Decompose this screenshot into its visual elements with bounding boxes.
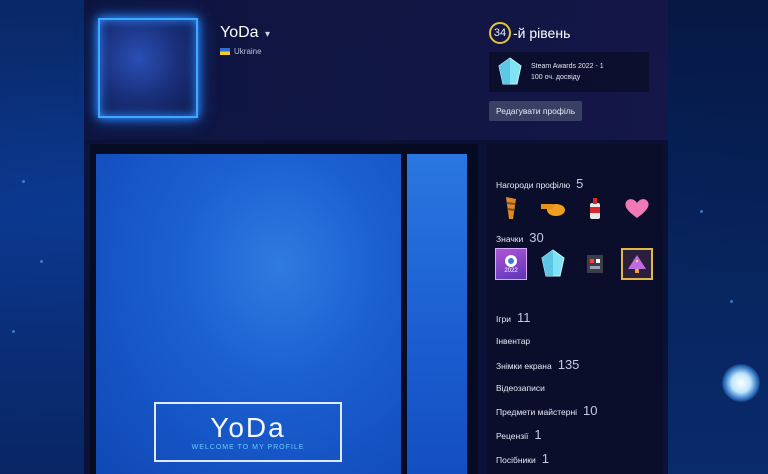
artwork-main[interactable]: YoDa WELCOME TO MY PROFILE — [96, 154, 401, 474]
background-dot — [12, 330, 15, 333]
chevron-down-icon[interactable]: ▾ — [265, 29, 270, 40]
profile-level: 34 -й рівень — [489, 22, 570, 44]
crystal-icon — [498, 57, 522, 85]
persona-block: YoDa ▾ Ukraine — [220, 24, 270, 56]
badges-count: 30 — [529, 230, 544, 245]
sidebar-item-inventory[interactable]: Інвентар — [496, 336, 530, 346]
sidebar-item-label: Рецензії — [496, 431, 529, 441]
steam-2022-badge-label: 2022 — [504, 268, 518, 274]
artwork-logo-subtitle: WELCOME TO MY PROFILE — [191, 443, 305, 451]
artwork-logo-title: YoDa — [210, 411, 286, 443]
profile-page: YoDa ▾ Ukraine 34 -й рівень Steam Awards… — [84, 0, 668, 474]
featured-badge-xp: 100 оч. досвіду — [531, 74, 581, 81]
profile-header: YoDa ▾ Ukraine 34 -й рівень Steam Awards… — [84, 0, 668, 140]
country-row: Ukraine — [220, 47, 270, 56]
artwork-logo: YoDa WELCOME TO MY PROFILE — [154, 402, 342, 462]
featured-badge[interactable]: Steam Awards 2022 - 1 100 оч. досвіду — [489, 52, 649, 92]
background-right — [668, 0, 768, 474]
awards-link[interactable]: Нагороди профілю 5 — [496, 176, 583, 191]
heart-icon[interactable] — [621, 192, 653, 224]
steam-2022-badge-icon[interactable]: 2022 — [495, 248, 527, 280]
background-dot — [22, 180, 25, 183]
edit-profile-button[interactable]: Редагувати профіль — [489, 101, 583, 121]
sidebar-item-videos[interactable]: Відеозаписи — [496, 383, 545, 393]
sidebar-item-guides[interactable]: Посібники 1 — [496, 451, 549, 466]
background-dot — [40, 260, 43, 263]
sidebar-item-count: 11 — [516, 310, 531, 325]
level-badge: 34 — [489, 22, 511, 44]
robot-badge-icon[interactable] — [579, 248, 611, 280]
featured-badge-title: Steam Awards 2022 - 1 — [531, 63, 604, 70]
awards-count: 5 — [576, 176, 584, 191]
country-label: Ukraine — [234, 47, 262, 56]
sidebar-item-label: Знімки екрана — [496, 361, 552, 371]
sidebar-item-games[interactable]: Ігри 11 — [496, 310, 530, 325]
sidebar-item-count: 1 — [541, 451, 549, 466]
sidebar-item-label: Відеозаписи — [496, 383, 545, 393]
sidebar-item-label: Посібники — [496, 455, 536, 465]
level-label: -й рівень — [513, 25, 571, 41]
artwork-showcase: YoDa WELCOME TO MY PROFILE — [90, 144, 478, 474]
sidebar-item-reviews[interactable]: Рецензії 1 — [496, 427, 542, 442]
pixel-tree-badge-icon[interactable] — [621, 248, 653, 280]
whistle-icon[interactable] — [537, 192, 569, 224]
background-left — [0, 0, 84, 474]
taco-icon[interactable] — [495, 192, 527, 224]
ukraine-flag-icon — [220, 48, 230, 55]
ketchup-icon[interactable] — [579, 192, 611, 224]
persona-name: YoDa — [220, 24, 259, 41]
sidebar-item-workshop[interactable]: Предмети майстерні 10 — [496, 403, 598, 418]
sidebar-item-count: 10 — [583, 403, 598, 418]
glow-sparkle — [722, 364, 760, 402]
crystal-icon[interactable] — [537, 248, 569, 280]
awards-icons — [495, 192, 653, 224]
background-dot — [700, 210, 703, 213]
awards-label: Нагороди профілю — [496, 180, 571, 190]
sidebar-item-label: Інвентар — [496, 336, 531, 346]
badges-link[interactable]: Значки 30 — [496, 230, 544, 245]
sidebar-item-label: Ігри — [496, 314, 511, 324]
badges-icons: 2022 — [495, 248, 653, 280]
artwork-side[interactable] — [407, 154, 467, 474]
badges-label: Значки — [496, 234, 524, 244]
profile-sidebar: Нагороди профілю 5 Значки 30 2022 Ігри 1… — [487, 144, 663, 474]
sidebar-item-count: 135 — [557, 357, 580, 372]
sidebar-item-count: 1 — [534, 427, 542, 442]
sidebar-item-screenshots[interactable]: Знімки екрана 135 — [496, 357, 579, 372]
background-dot — [730, 300, 733, 303]
sidebar-item-label: Предмети майстерні — [496, 407, 578, 417]
avatar[interactable] — [98, 18, 198, 118]
